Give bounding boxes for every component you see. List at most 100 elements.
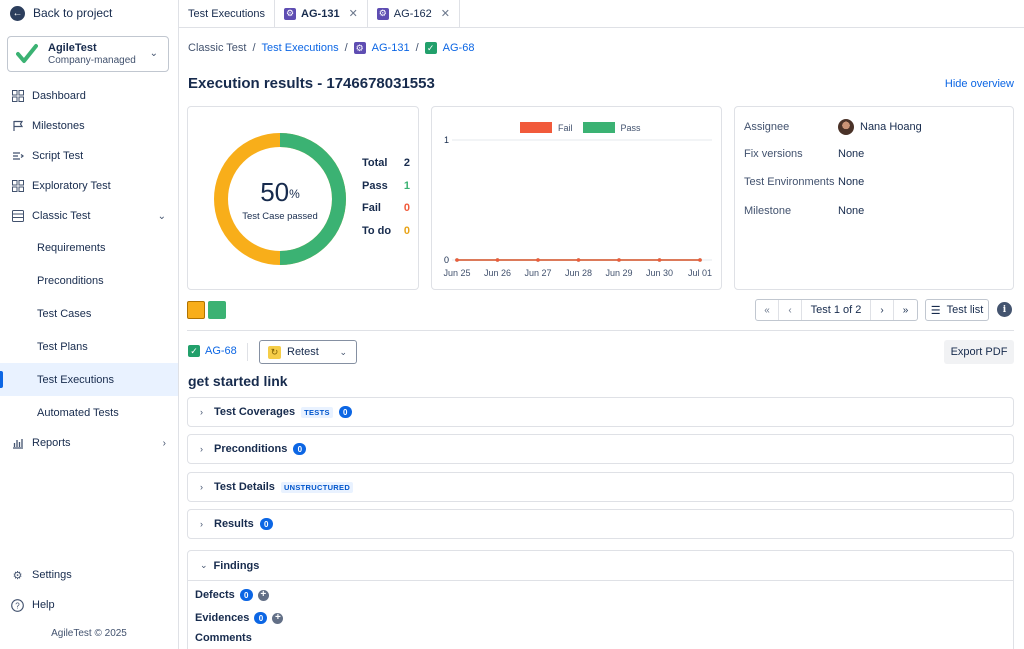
stat-fail: Fail 0: [362, 202, 410, 214]
project-name: AgileTest: [48, 41, 97, 54]
breadcrumb: Classic Test / Test Executions / ⚙ AG-13…: [188, 42, 474, 54]
chevron-down-icon: ⌄: [200, 560, 208, 570]
sidebar-item-classic-test[interactable]: Classic Test ⌄: [0, 201, 178, 231]
info-assignee: Assignee Nana Hoang: [744, 119, 922, 135]
sidebar-item-label: Dashboard: [32, 90, 86, 102]
breadcrumb-parent[interactable]: AG-131: [372, 42, 410, 54]
trend-line-chart: 0 1 Jun 25 Jun 26 Jun 27 Jun 28 Jun 29 Jun 30 Ju…: [443, 135, 712, 278]
defects-row: Defects 0 +: [195, 589, 269, 601]
status-dropdown[interactable]: ↻ Retest ⌄: [259, 340, 357, 364]
back-to-project-link[interactable]: ← Back to project: [10, 4, 112, 22]
retest-icon: ↻: [268, 345, 281, 359]
sidebar-subitem-test-plans[interactable]: Test Plans: [0, 330, 178, 363]
page-title: Execution results - 1746678031553: [188, 75, 435, 92]
sidebar-item-label: Milestones: [32, 120, 85, 132]
stats-list: Total 2 Pass 1 Fail 0 To do 0: [362, 157, 410, 247]
divider: [187, 330, 1014, 331]
section-label: Findings: [213, 559, 260, 572]
tab-ag-131[interactable]: ⚙ AG-131 ✕: [275, 0, 368, 28]
section-test-coverages[interactable]: › Test Coverages TESTS 0: [187, 397, 1014, 427]
tab-test-executions[interactable]: Test Executions: [179, 0, 276, 28]
sidebar-item-label: Script Test: [32, 150, 84, 162]
count-badge: 0: [259, 518, 273, 530]
next-page-button[interactable]: ›: [871, 300, 894, 320]
breadcrumb-separator: /: [344, 42, 348, 54]
sidebar-item-script-test[interactable]: Script Test: [0, 141, 178, 171]
tab-ag-162[interactable]: ⚙ AG-162 ✕: [368, 0, 460, 28]
section-tag: UNSTRUCTURED: [280, 481, 354, 493]
sidebar-subitem-test-executions[interactable]: Test Executions: [0, 363, 178, 396]
sidebar-subitem-automated-tests[interactable]: Automated Tests: [0, 396, 178, 429]
chevron-right-icon: ›: [200, 444, 203, 454]
add-defect-icon[interactable]: +: [257, 589, 269, 601]
subitem-label: Preconditions: [37, 274, 104, 287]
section-results[interactable]: › Results 0: [187, 509, 1014, 539]
breadcrumb-root[interactable]: Classic Test: [188, 42, 246, 54]
sidebar-subitem-requirements[interactable]: Requirements: [0, 231, 178, 264]
breadcrumb-section[interactable]: Test Executions: [262, 42, 339, 54]
x-tick-label: Jun 26: [484, 268, 511, 278]
pass-percent: 50%: [260, 176, 300, 207]
breadcrumb-current[interactable]: AG-68: [443, 42, 475, 54]
list-icon: ☰: [930, 304, 941, 317]
test-pager: « ‹ Test 1 of 2 › »: [755, 299, 918, 321]
data-point-fail: [455, 258, 459, 262]
sidebar-item-exploratory-test[interactable]: Exploratory Test: [0, 171, 178, 201]
count-badge: 0: [293, 443, 307, 455]
close-icon[interactable]: ✕: [441, 7, 450, 20]
sidebar-item-milestones[interactable]: Milestones: [0, 111, 178, 141]
help-icon: ?: [11, 598, 24, 612]
section-preconditions[interactable]: › Preconditions 0: [187, 434, 1014, 464]
status-swatch-pass[interactable]: [208, 301, 226, 319]
sidebar-item-dashboard[interactable]: Dashboard: [0, 81, 178, 111]
data-point-fail: [536, 258, 540, 262]
flag-icon: [11, 120, 24, 133]
hide-overview-link[interactable]: Hide overview: [945, 78, 1014, 90]
sidebar-item-reports[interactable]: Reports ›: [0, 428, 178, 458]
section-label: Test Coverages: [214, 406, 296, 418]
breadcrumb-separator: /: [415, 42, 419, 54]
sidebar-subitem-preconditions[interactable]: Preconditions: [0, 264, 178, 297]
evidences-row: Evidences 0 +: [195, 612, 284, 624]
subitem-label: Requirements: [37, 241, 106, 254]
prev-page-button[interactable]: ‹: [779, 300, 802, 320]
x-tick-label: Jun 27: [524, 268, 551, 278]
close-icon[interactable]: ✕: [349, 7, 358, 20]
last-page-button[interactable]: »: [894, 300, 917, 320]
x-tick-label: Jul 01: [688, 268, 712, 278]
issue-key: AG-68: [205, 345, 237, 357]
x-tick-label: Jun 25: [443, 268, 470, 278]
findings-header[interactable]: ⌄ Findings: [188, 551, 1013, 581]
issue-key-link[interactable]: ✓ AG-68: [188, 345, 237, 357]
data-point-fail: [657, 258, 662, 262]
subitem-label: Automated Tests: [37, 406, 119, 419]
sidebar-item-help[interactable]: ? Help: [0, 590, 178, 620]
data-point-fail: [576, 258, 581, 262]
chevron-down-icon: ⌄: [157, 210, 166, 222]
sidebar-item-label: Help: [32, 599, 55, 611]
chevron-right-icon: ›: [200, 519, 203, 529]
pass-caption: Test Case passed: [242, 210, 318, 222]
x-tick-label: Jun 29: [605, 268, 632, 278]
add-evidence-icon[interactable]: +: [272, 612, 284, 624]
info-icon[interactable]: i: [997, 302, 1012, 317]
section-test-details[interactable]: › Test Details UNSTRUCTURED: [187, 472, 1014, 502]
stat-pass: Pass 1: [362, 179, 410, 192]
grid-icon: [11, 180, 24, 193]
count-badge: 0: [239, 589, 253, 601]
sidebar-item-label: Classic Test: [32, 210, 91, 222]
tab-label: AG-131: [301, 7, 340, 20]
section-findings: ⌄ Findings Defects 0 + Evidences 0 + Com…: [187, 550, 1014, 649]
test-list-button[interactable]: ☰ Test list: [925, 299, 989, 321]
sidebar-subitem-test-cases[interactable]: Test Cases: [0, 297, 178, 330]
status-swatch-todo[interactable]: [187, 301, 205, 319]
info-card: Assignee Nana Hoang Fix versions None Te…: [734, 106, 1014, 290]
chevron-right-icon: ›: [162, 437, 166, 449]
first-page-button[interactable]: «: [756, 300, 779, 320]
export-pdf-button[interactable]: Export PDF: [944, 340, 1014, 364]
breadcrumb-separator: /: [252, 42, 256, 54]
sidebar-item-settings[interactable]: ⚙ Settings: [0, 560, 178, 590]
data-point-fail: [698, 258, 702, 262]
assignee-name[interactable]: Nana Hoang: [860, 121, 922, 133]
project-selector[interactable]: AgileTest Company-managed ⌄: [7, 36, 169, 72]
